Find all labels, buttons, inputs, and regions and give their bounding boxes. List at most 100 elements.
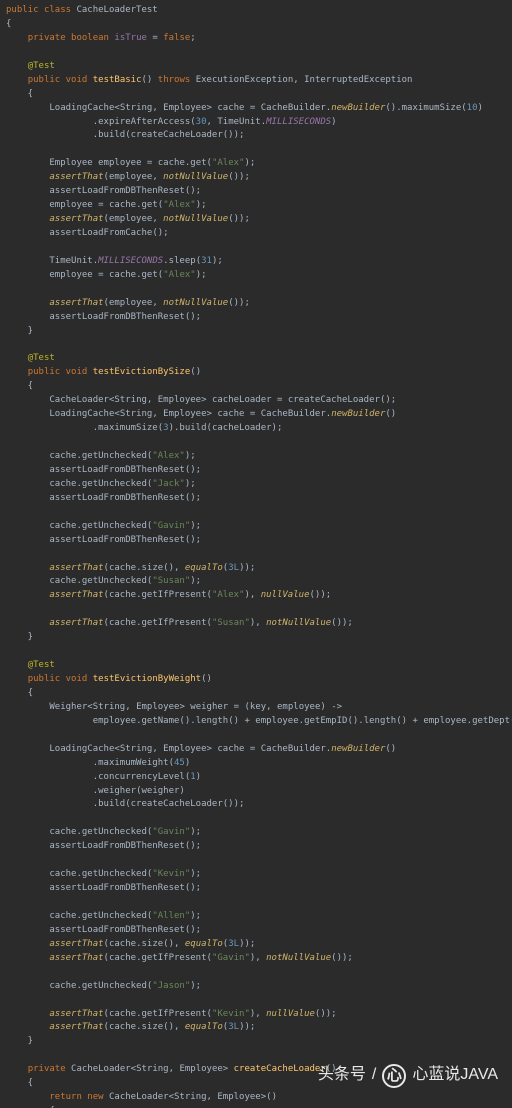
ex: InterruptedException (304, 75, 412, 85)
mtd: equalTo (185, 563, 223, 573)
tp: String (120, 744, 153, 754)
mtd: createCacheLoader (131, 799, 223, 809)
str: "Allen" (152, 911, 190, 921)
class-name: CacheLoaderTest (76, 5, 157, 15)
cls: CacheBuilder (261, 744, 326, 754)
mtd: assertLoadFromDBThenReset (49, 841, 184, 851)
var: cache (109, 618, 136, 628)
num: 31 (201, 256, 212, 266)
mtd: notNullValue (266, 953, 331, 963)
mtd: assertThat (49, 953, 103, 963)
kw-public: public (6, 5, 39, 15)
var: employee (93, 716, 136, 726)
mtd: build (179, 423, 206, 433)
var: cache (109, 1009, 136, 1019)
kw-private: private (28, 33, 66, 43)
tp: String (114, 395, 147, 405)
var: cache (49, 479, 76, 489)
mtd: createCacheLoader (288, 395, 380, 405)
mtd: newBuilder (331, 103, 385, 113)
mtd: assertThat (49, 214, 103, 224)
var: cache (49, 521, 76, 531)
mtd: assertThat (49, 618, 103, 628)
type: LoadingCache (49, 744, 114, 754)
mtd: notNullValue (163, 214, 228, 224)
p: employee (277, 702, 320, 712)
str: "Gavin" (152, 827, 190, 837)
type: CacheLoader (71, 1064, 131, 1074)
mtd: getDept (472, 716, 510, 726)
method-testBasic: testBasic (93, 75, 142, 85)
mtd: equalTo (185, 939, 223, 949)
kw-boolean: boolean (71, 33, 109, 43)
mtd: getUnchecked (82, 911, 147, 921)
annotation-test: @Test (28, 353, 55, 363)
mtd: notNullValue (163, 172, 228, 182)
mtd: assertLoadFromDBThenReset (49, 925, 184, 935)
code-content: public class CacheLoaderTest { private b… (6, 4, 512, 1108)
var: cache (158, 158, 185, 168)
str: "Gavin" (152, 521, 190, 531)
mtd: get (190, 158, 206, 168)
var: employee (109, 298, 152, 308)
tp: Employee (163, 744, 206, 754)
num: 3L (228, 939, 239, 949)
type: CacheLoader (109, 1092, 169, 1102)
kw: void (66, 75, 88, 85)
mtd: get (142, 200, 158, 210)
type: LoadingCache (49, 103, 114, 113)
kw: public (28, 75, 61, 85)
tp: Employee (136, 702, 179, 712)
kw: return (49, 1092, 82, 1102)
mtd: assertThat (49, 172, 103, 182)
field-isTrue: isTrue (114, 33, 147, 43)
var: cache (109, 590, 136, 600)
mtd: assertLoadFromDBThenReset (49, 186, 184, 196)
str: "Jason" (152, 981, 190, 991)
mtd: length (364, 716, 397, 726)
mtd: createCacheLoader (131, 130, 223, 140)
mtd: assertLoadFromDBThenReset (49, 465, 184, 475)
var: cache (49, 869, 76, 879)
mtd: getUnchecked (82, 451, 147, 461)
str: "Susan" (212, 618, 250, 628)
mtd: assertThat (49, 563, 103, 573)
mtd: assertLoadFromDBThenReset (49, 883, 184, 893)
var: employee (98, 158, 141, 168)
mtd: assertThat (49, 939, 103, 949)
mtd: getUnchecked (82, 981, 147, 991)
str: "Jack" (152, 479, 185, 489)
mtd: maximumSize (98, 423, 158, 433)
code-editor[interactable]: public class CacheLoaderTest { private b… (0, 0, 512, 1108)
mtd: getUnchecked (82, 521, 147, 531)
fld: MILLISECONDS (98, 256, 163, 266)
tp: String (120, 409, 153, 419)
type: Employee (49, 158, 92, 168)
var: cache (109, 953, 136, 963)
var: cacheLoader (212, 423, 272, 433)
kw: private (28, 1064, 66, 1074)
mtd: assertThat (49, 298, 103, 308)
watermark-author: 心蓝说JAVA (412, 1063, 498, 1088)
kw: public (28, 367, 61, 377)
watermark-logo-icon: 心 (382, 1064, 406, 1088)
method-createCacheLoader: createCacheLoader (234, 1064, 326, 1074)
var: cacheLoader (212, 395, 272, 405)
method-testEvictionBySize: testEvictionBySize (93, 367, 191, 377)
var: cache (109, 563, 136, 573)
num: 3L (228, 563, 239, 573)
mtd: get (142, 270, 158, 280)
var: cache (109, 939, 136, 949)
str: "Alex" (163, 270, 196, 280)
num: 3L (228, 1022, 239, 1032)
mtd: maximumWeight (98, 758, 168, 768)
mtd: size (141, 1022, 163, 1032)
str: "Alex" (212, 590, 245, 600)
mtd: assertLoadFromDBThenReset (49, 535, 184, 545)
mtd: build (98, 799, 125, 809)
mtd: size (141, 939, 163, 949)
kw: public (28, 674, 61, 684)
num: 3 (163, 423, 168, 433)
var: cache (49, 451, 76, 461)
kw: void (66, 367, 88, 377)
